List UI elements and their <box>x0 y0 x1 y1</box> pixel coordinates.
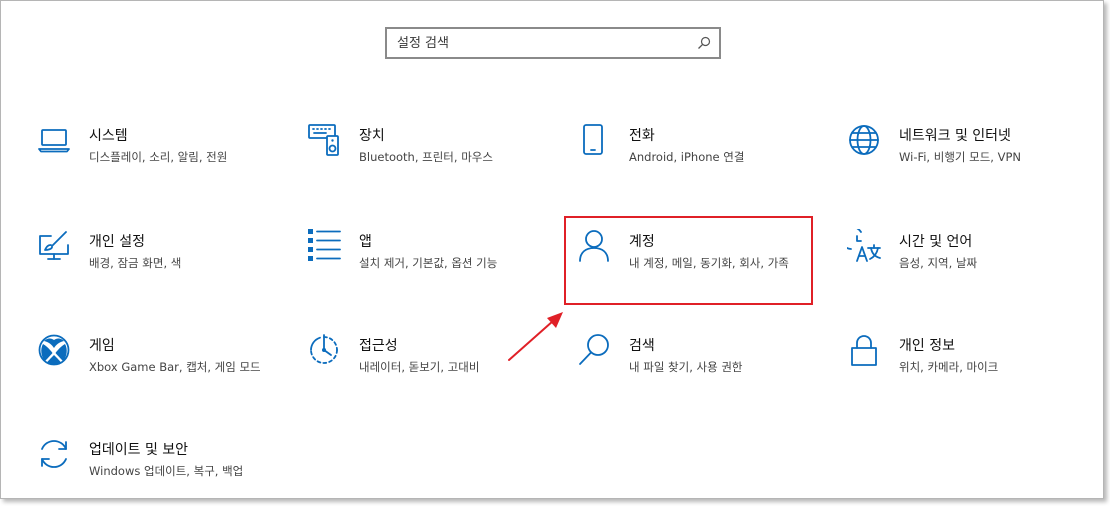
tile-title: 시스템 <box>89 128 128 144</box>
magnifier-icon <box>577 333 611 367</box>
tile-description: 배경, 잠금 화면, 색 <box>89 256 182 270</box>
app-list-icon <box>307 229 341 263</box>
tile-title: 업데이트 및 보안 <box>89 442 189 458</box>
settings-tile-time-language[interactable]: 시간 및 언어 음성, 지역, 날짜 <box>839 226 1087 293</box>
phone-icon <box>577 123 611 157</box>
tile-title: 시간 및 언어 <box>899 234 973 250</box>
search-icon <box>698 36 711 49</box>
tile-title: 개인 정보 <box>899 338 955 354</box>
tile-title: 전화 <box>629 128 655 144</box>
settings-tile-search[interactable]: 검색 내 파일 찾기, 사용 권한 <box>577 333 817 397</box>
ease-of-access-icon <box>307 333 341 367</box>
paint-monitor-icon <box>37 229 71 263</box>
tile-description: 위치, 카메라, 마이크 <box>899 360 999 374</box>
xbox-icon <box>37 333 71 367</box>
tile-title: 네트워크 및 인터넷 <box>899 128 1011 144</box>
settings-tile-devices[interactable]: 장치 Bluetooth, 프린터, 마우스 <box>307 123 547 187</box>
settings-tile-privacy[interactable]: 개인 정보 위치, 카메라, 마이크 <box>847 333 1087 397</box>
settings-tile-network[interactable]: 네트워크 및 인터넷 Wi-Fi, 비행기 모드, VPN <box>847 123 1087 187</box>
settings-window: 시스템 디스플레이, 소리, 알림, 전원 장치 Bluetooth, 프린터,… <box>0 0 1104 499</box>
settings-tile-personalization[interactable]: 개인 설정 배경, 잠금 화면, 색 <box>37 229 277 293</box>
annotation-arrow-icon <box>508 312 563 361</box>
tile-description: 디스플레이, 소리, 알림, 전원 <box>89 150 228 164</box>
settings-tile-apps[interactable]: 앱 설치 제거, 기본값, 옵션 기능 <box>307 229 547 293</box>
settings-tile-update[interactable]: 업데이트 및 보안 Windows 업데이트, 복구, 백업 <box>37 437 277 501</box>
tile-title: 장치 <box>359 128 385 144</box>
sync-icon <box>37 437 71 471</box>
laptop-icon <box>37 123 71 157</box>
lock-icon <box>847 333 881 367</box>
tile-description: 내 파일 찾기, 사용 권한 <box>629 360 743 374</box>
tile-description: 설치 제거, 기본값, 옵션 기능 <box>359 256 498 270</box>
globe-icon <box>847 123 881 157</box>
language-icon <box>839 226 881 263</box>
tile-title: 검색 <box>629 338 655 354</box>
tile-description: Wi-Fi, 비행기 모드, VPN <box>899 150 1022 164</box>
tile-description: Android, iPhone 연결 <box>629 150 745 164</box>
settings-tile-system[interactable]: 시스템 디스플레이, 소리, 알림, 전원 <box>37 123 277 187</box>
tile-description: Windows 업데이트, 복구, 백업 <box>89 464 244 478</box>
settings-tile-phone[interactable]: 전화 Android, iPhone 연결 <box>577 123 817 187</box>
keyboard-speaker-icon <box>307 123 341 157</box>
settings-tile-gaming[interactable]: 게임 Xbox Game Bar, 캡처, 게임 모드 <box>37 333 277 397</box>
tile-description: Xbox Game Bar, 캡처, 게임 모드 <box>89 360 261 374</box>
search-box[interactable] <box>385 27 721 59</box>
tile-description: Bluetooth, 프린터, 마우스 <box>359 150 493 164</box>
tile-title: 게임 <box>89 338 115 354</box>
tile-title: 개인 설정 <box>89 234 145 250</box>
search-input[interactable] <box>397 33 687 53</box>
highlight-box-accounts <box>564 216 813 305</box>
tile-description: 음성, 지역, 날짜 <box>899 256 978 270</box>
tile-title: 앱 <box>359 234 372 250</box>
